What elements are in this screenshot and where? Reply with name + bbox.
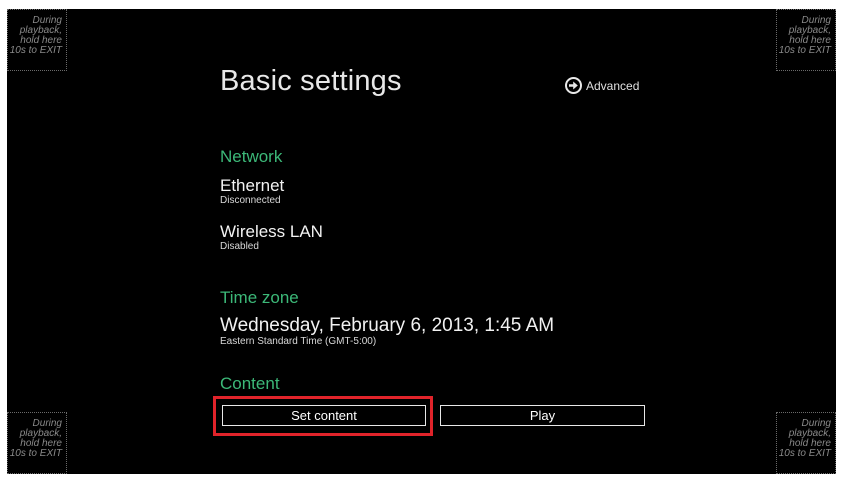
exit-hint-line: 10s to EXIT: [9, 45, 62, 56]
wireless-lan-setting[interactable]: Wireless LAN Disabled: [220, 222, 323, 253]
section-heading-time-zone: Time zone: [220, 288, 299, 307]
advanced-link[interactable]: Advanced: [565, 77, 639, 94]
exit-hint-line: 10s to EXIT: [9, 448, 62, 459]
section-heading-content: Content: [220, 374, 280, 393]
wireless-lan-label: Wireless LAN: [220, 222, 323, 241]
exit-hint-line: 10s to EXIT: [778, 45, 831, 56]
exit-hotspot-top-right[interactable]: During playback, hold here 10s to EXIT: [776, 9, 836, 71]
play-button[interactable]: Play: [440, 405, 645, 426]
wireless-lan-status: Disabled: [220, 241, 259, 252]
exit-hint-line: 10s to EXIT: [778, 448, 831, 459]
arrow-right-circle-icon: [565, 77, 582, 94]
time-zone-name: Eastern Standard Time (GMT-5:00): [220, 336, 377, 347]
set-content-button[interactable]: Set content: [222, 405, 426, 426]
section-heading-network: Network: [220, 147, 283, 166]
page-title: Basic settings: [220, 65, 402, 97]
advanced-label: Advanced: [586, 78, 640, 93]
ethernet-label: Ethernet: [220, 176, 285, 195]
ethernet-status: Disconnected: [220, 195, 281, 206]
ethernet-setting[interactable]: Ethernet Disconnected: [220, 176, 284, 207]
settings-screen: During playback, hold here 10s to EXIT D…: [7, 9, 836, 474]
current-datetime: Wednesday, February 6, 2013, 1:45 AM: [220, 315, 555, 336]
exit-hotspot-bottom-right[interactable]: During playback, hold here 10s to EXIT: [776, 412, 836, 474]
exit-hotspot-bottom-left[interactable]: During playback, hold here 10s to EXIT: [7, 412, 67, 474]
time-zone-setting[interactable]: Wednesday, February 6, 2013, 1:45 AM Eas…: [220, 315, 554, 348]
exit-hotspot-top-left[interactable]: During playback, hold here 10s to EXIT: [7, 9, 67, 71]
